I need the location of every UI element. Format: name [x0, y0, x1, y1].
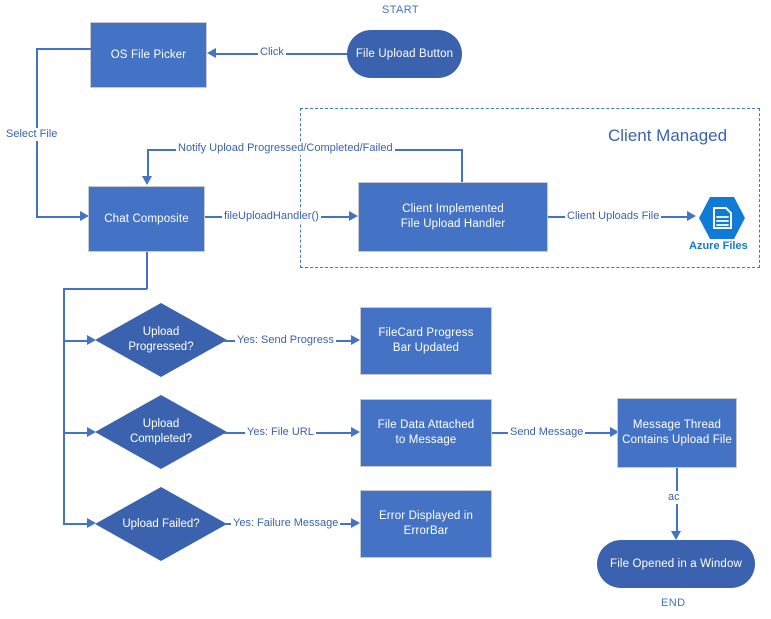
edge-yes-failure-message-arrowhead: [351, 518, 360, 528]
edge-ac-arrowhead: [671, 531, 681, 540]
edge-yes-file-url-label: Yes: File URL: [245, 426, 316, 439]
edge-select-file-bottom: [36, 216, 82, 218]
node-upload-failed[interactable]: Upload Failed?: [95, 487, 227, 561]
edge-click-label: Click: [258, 46, 286, 59]
node-file-upload-button-label: File Upload Button: [355, 47, 454, 60]
edge-select-file-label: Select File: [4, 128, 60, 141]
node-filecard-progress-bar[interactable]: FileCard Progress Bar Updated: [360, 307, 492, 375]
node-chat-composite-label: Chat Composite: [104, 212, 189, 225]
node-file-opened-window-label: File Opened in a Window: [610, 557, 742, 570]
end-caption: END: [661, 597, 686, 609]
node-filecard-progress-bar-label-line2: Bar Updated: [392, 342, 460, 354]
node-file-data-attached-label-line2: to Message: [395, 434, 457, 446]
node-upload-completed[interactable]: Upload Completed?: [95, 395, 227, 469]
edge-fileuploadhandler-label: fileUploadHandler(): [222, 210, 321, 223]
azure-files-label: Azure Files: [689, 240, 748, 252]
edge-yes-failure-message-label: Yes: Failure Message: [231, 517, 341, 530]
node-os-file-picker[interactable]: OS File Picker: [90, 22, 207, 88]
node-message-thread-label-line1: Message Thread: [632, 419, 722, 431]
node-file-data-attached-label-line1: File Data Attached: [377, 419, 475, 431]
trunk-left-rail: [63, 288, 65, 523]
edge-yes-send-progress-arrowhead: [351, 335, 360, 345]
edge-ac-label: ac: [666, 491, 682, 504]
edge-select-file-top: [36, 48, 91, 50]
trunk-chat-composite-down: [146, 252, 148, 289]
trunk-to-left-rail: [63, 288, 147, 290]
node-upload-completed-label-line2: Completed?: [129, 433, 192, 445]
node-upload-failed-label-text: Upload Failed?: [122, 517, 200, 530]
node-upload-progressed[interactable]: Upload Progressed?: [95, 303, 227, 377]
node-client-upload-handler-label-line1: Client Implemented: [402, 203, 504, 215]
node-error-displayed-label-line2: ErrorBar: [403, 525, 449, 537]
edge-click-arrowhead: [207, 48, 216, 58]
node-upload-failed-label: Upload Failed?: [95, 487, 227, 561]
branch-upload-completed-line: [63, 432, 90, 434]
client-managed-group-label: Client Managed: [608, 126, 728, 145]
azure-files-icon: [698, 196, 746, 245]
edge-client-uploads-label: Client Uploads File: [565, 210, 662, 223]
node-error-displayed-label-line1: Error Displayed in: [378, 510, 474, 522]
branch-upload-failed-line: [63, 523, 90, 525]
node-client-upload-handler[interactable]: Client Implemented File Upload Handler: [358, 182, 548, 252]
edge-send-message-label: Send Message: [508, 426, 586, 439]
node-file-data-attached[interactable]: File Data Attached to Message: [360, 399, 492, 467]
node-upload-progressed-label-line1: Upload: [142, 326, 180, 338]
node-client-upload-handler-label-line2: File Upload Handler: [400, 218, 506, 230]
node-os-file-picker-label: OS File Picker: [110, 48, 187, 61]
edge-notify-label: Notify Upload Progressed/Completed/Faile…: [176, 142, 395, 155]
node-message-thread-label-line2: Contains Upload File: [622, 434, 732, 446]
edge-client-uploads-arrowhead: [687, 211, 696, 221]
node-file-opened-window[interactable]: File Opened in a Window: [597, 540, 755, 588]
node-upload-progressed-label: Upload Progressed?: [95, 303, 227, 377]
node-filecard-progress-bar-label-line1: FileCard Progress: [378, 327, 474, 339]
branch-upload-progressed-line: [63, 340, 90, 342]
edge-yes-send-progress-label: Yes: Send Progress: [235, 334, 336, 347]
node-message-thread[interactable]: Message Thread Contains Upload File: [617, 398, 737, 468]
edge-notify-left-vertical: [147, 149, 149, 177]
edge-yes-file-url-arrowhead: [351, 427, 360, 437]
node-chat-composite[interactable]: Chat Composite: [88, 186, 205, 252]
edge-notify-arrowhead: [142, 176, 152, 185]
edge-fileuploadhandler-arrowhead: [349, 211, 358, 221]
node-error-displayed[interactable]: Error Displayed in ErrorBar: [360, 490, 492, 558]
node-upload-completed-label-line1: Upload: [142, 418, 180, 430]
node-upload-progressed-label-line2: Progressed?: [128, 341, 194, 353]
start-caption: START: [382, 4, 420, 16]
node-upload-completed-label: Upload Completed?: [95, 395, 227, 469]
node-file-upload-button[interactable]: File Upload Button: [347, 30, 462, 78]
flowchart-canvas: Client Managed START File Upload Button …: [0, 0, 771, 619]
